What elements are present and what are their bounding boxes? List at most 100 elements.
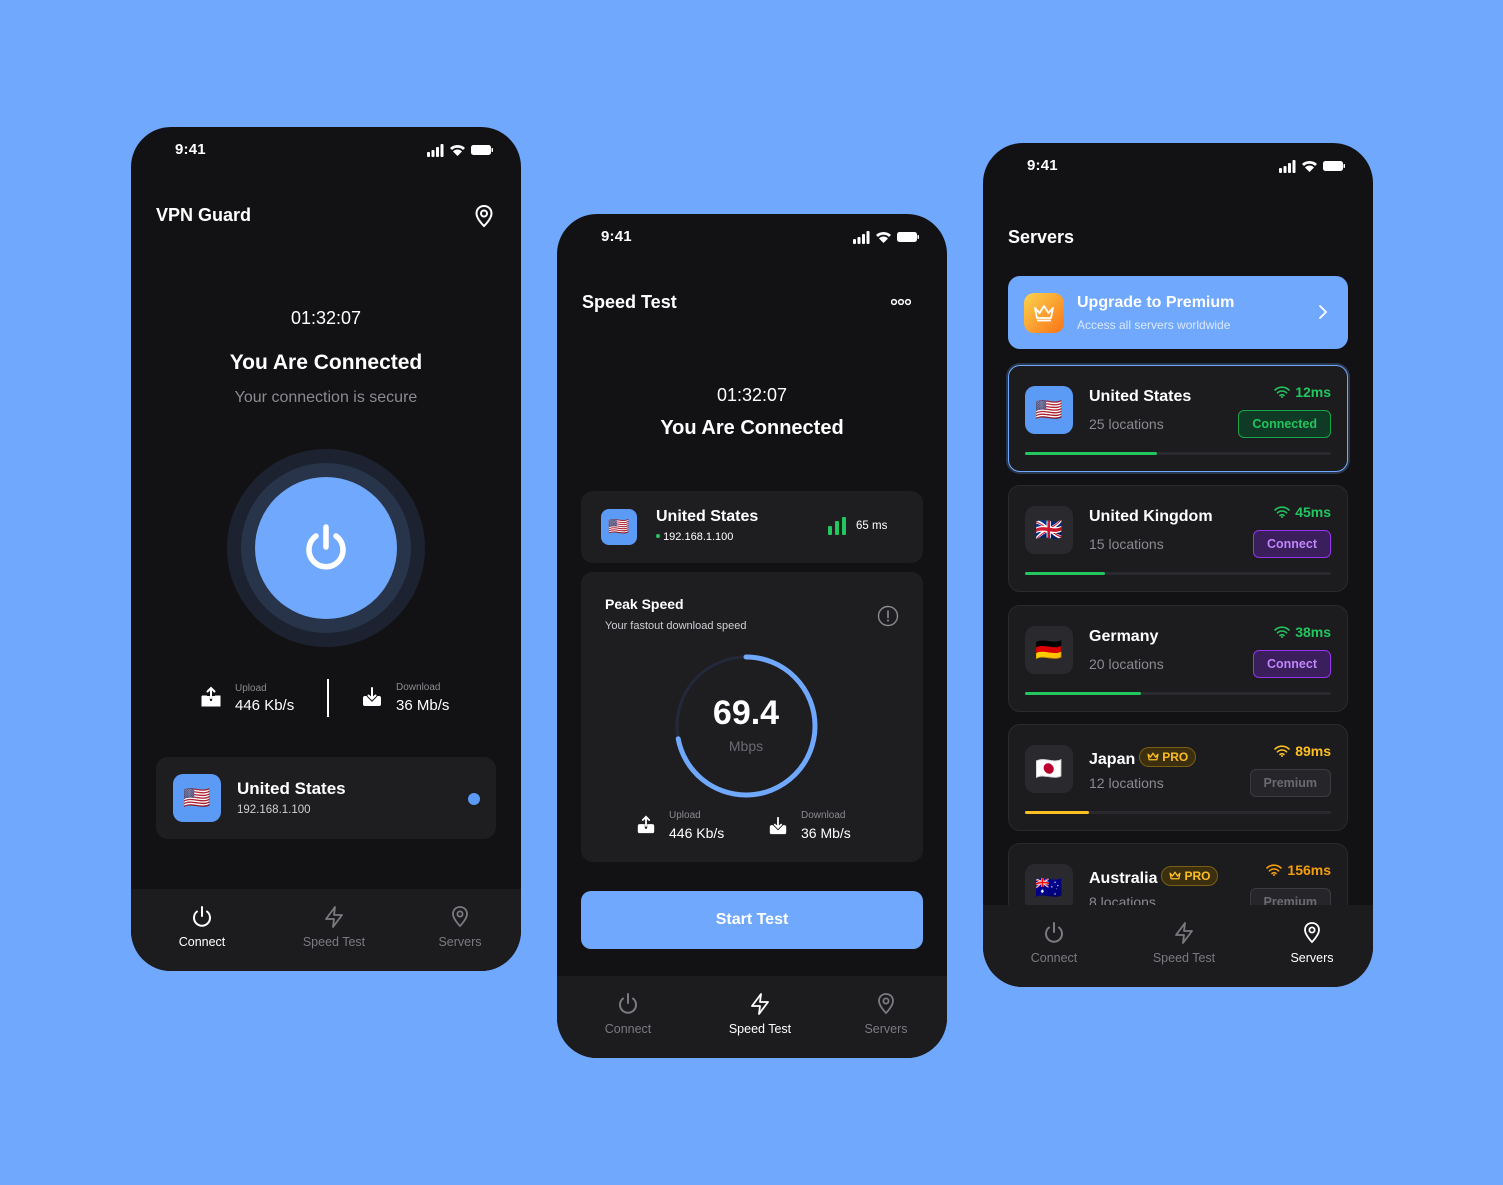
- premium-banner[interactable]: Upgrade to Premium Access all servers wo…: [1008, 276, 1348, 349]
- peak-speed-subtitle: Your fastout download speed: [605, 620, 747, 632]
- location-pin-icon[interactable]: [473, 204, 495, 228]
- peak-speed-card: Peak Speed Your fastout download speed 6…: [581, 572, 923, 862]
- server-locations: 8 locations: [1089, 894, 1156, 905]
- status-icons: [853, 231, 919, 244]
- wifi-icon: [1266, 864, 1283, 876]
- upload-value: 446 Kb/s: [235, 697, 295, 714]
- connection-heading: You Are Connected: [229, 351, 423, 374]
- info-icon[interactable]: [877, 605, 899, 627]
- nav-speed-test[interactable]: Speed Test: [1119, 921, 1249, 965]
- lightning-icon: [325, 906, 343, 928]
- status-icons: [1279, 160, 1345, 173]
- start-test-button[interactable]: Start Test: [581, 891, 923, 949]
- app-title: VPN Guard: [156, 205, 252, 225]
- nav-connect[interactable]: Connect: [563, 992, 693, 1036]
- server-card-australia[interactable]: 🇦🇺 Australia PRO 8 locations 156ms Premiu…: [1008, 843, 1348, 905]
- more-options-icon[interactable]: [891, 298, 911, 306]
- power-icon: [193, 906, 211, 927]
- server-locations: 15 locations: [1089, 536, 1164, 552]
- screen-title: Speed Test: [582, 292, 677, 312]
- connection-timer: 01:32:07: [290, 308, 362, 328]
- speed-test-screen: 9:41 Speed Test 01:32:07 You Are Connect…: [557, 214, 947, 1058]
- servers-screen: 9:41 Servers Upgrade to Premium Access a…: [983, 143, 1373, 987]
- server-ping: 89ms: [1274, 743, 1331, 759]
- load-bar: [1025, 811, 1331, 814]
- flag-icon: 🇬🇧: [1025, 506, 1073, 554]
- connection-heading: You Are Connected: [660, 417, 844, 439]
- status-bar: 9:41: [131, 141, 521, 159]
- connect-button[interactable]: Connect: [1253, 530, 1331, 558]
- connect-screen: 9:41 VPN Guard 01:32:07 You Are Connecte…: [131, 127, 521, 971]
- location-pin-icon: [1304, 922, 1320, 944]
- server-name: Germany: [1089, 628, 1159, 645]
- location-pin-icon: [878, 993, 894, 1015]
- server-locations: 20 locations: [1089, 656, 1164, 672]
- nav-servers[interactable]: Servers: [821, 992, 947, 1036]
- current-server-card[interactable]: 🇺🇸 United States 192.168.1.100: [156, 757, 496, 839]
- power-icon: [306, 524, 346, 570]
- server-name-text: Australia: [1089, 870, 1158, 887]
- crown-icon: [1024, 293, 1064, 333]
- nav-speed-label: Speed Test: [728, 1022, 792, 1036]
- speed-value: 69.4: [712, 694, 780, 732]
- server-country: United States: [656, 508, 759, 525]
- premium-button[interactable]: Premium: [1249, 888, 1331, 905]
- wifi-icon: [1274, 506, 1290, 518]
- server-name: United Kingdom: [1089, 508, 1213, 525]
- upload-icon: [201, 686, 221, 707]
- server-name: Australia PRO: [1089, 866, 1219, 888]
- server-info-card[interactable]: 🇺🇸 United States 192.168.1.100 65 ms: [581, 491, 923, 563]
- premium-button[interactable]: Premium: [1249, 769, 1331, 797]
- pro-badge: PRO: [1139, 747, 1197, 767]
- connected-button[interactable]: Connected: [1238, 410, 1331, 438]
- server-ping: 12ms: [1274, 384, 1331, 400]
- bottom-nav: Connect Speed Test Servers: [557, 976, 947, 1058]
- status-time: 9:41: [1027, 157, 1058, 174]
- bottom-nav: Connect Speed Test Servers: [983, 905, 1373, 987]
- nav-connect-label: Connect: [178, 935, 226, 949]
- nav-connect[interactable]: Connect: [989, 921, 1119, 965]
- screen-title: Servers: [1008, 227, 1075, 247]
- nav-connect-label: Connect: [604, 1022, 652, 1036]
- premium-title: Upgrade to Premium: [1077, 294, 1235, 311]
- upload-label: Upload: [235, 683, 267, 694]
- nav-speed-test[interactable]: Speed Test: [695, 992, 825, 1036]
- wifi-icon: [1274, 386, 1290, 398]
- server-ip: 192.168.1.100: [237, 804, 311, 816]
- nav-servers[interactable]: Servers: [1247, 921, 1373, 965]
- stat-divider: [327, 679, 329, 717]
- nav-speed-test[interactable]: Speed Test: [269, 905, 399, 949]
- nav-servers-label: Servers: [438, 935, 482, 949]
- power-button[interactable]: [255, 477, 397, 619]
- server-name-text: Japan: [1089, 751, 1136, 768]
- connection-timer: 01:32:07: [716, 385, 788, 405]
- nav-connect-label: Connect: [1030, 951, 1078, 965]
- peak-speed-title: Peak Speed: [605, 596, 684, 612]
- latency-value: 65 ms: [856, 520, 888, 532]
- upload-icon: [637, 815, 655, 834]
- download-icon: [363, 687, 381, 706]
- connect-button[interactable]: Connect: [1253, 650, 1331, 678]
- power-ring-outer: [227, 449, 425, 647]
- nav-connect[interactable]: Connect: [137, 905, 267, 949]
- server-card-united-states[interactable]: 🇺🇸 United States 25 locations 12ms Conne…: [1008, 365, 1348, 472]
- server-ip: 192.168.1.100: [663, 531, 734, 543]
- wifi-icon: [1274, 626, 1290, 638]
- nav-servers[interactable]: Servers: [395, 905, 521, 949]
- nav-servers-label: Servers: [864, 1022, 908, 1036]
- signal-bars-icon: [828, 517, 846, 535]
- status-icons: [427, 144, 493, 157]
- bottom-nav: Connect Speed Test Servers: [131, 889, 521, 971]
- server-card-germany[interactable]: 🇩🇪 Germany 20 locations 38ms Connect: [1008, 605, 1348, 712]
- nav-speed-label: Speed Test: [1152, 951, 1216, 965]
- server-list: 🇺🇸 United States 25 locations 12ms Conne…: [983, 363, 1373, 905]
- download-label: Download: [801, 810, 846, 821]
- server-card-japan[interactable]: 🇯🇵 Japan PRO 12 locations 89ms Premium: [1008, 724, 1348, 831]
- status-time: 9:41: [601, 228, 632, 245]
- server-card-united-kingdom[interactable]: 🇬🇧 United Kingdom 15 locations 45ms Conn…: [1008, 485, 1348, 592]
- flag-icon: 🇺🇸: [601, 509, 637, 545]
- server-ping: 38ms: [1274, 624, 1331, 640]
- status-bar: 9:41: [983, 157, 1373, 175]
- flag-icon: 🇦🇺: [1025, 864, 1073, 905]
- load-bar: [1025, 452, 1331, 455]
